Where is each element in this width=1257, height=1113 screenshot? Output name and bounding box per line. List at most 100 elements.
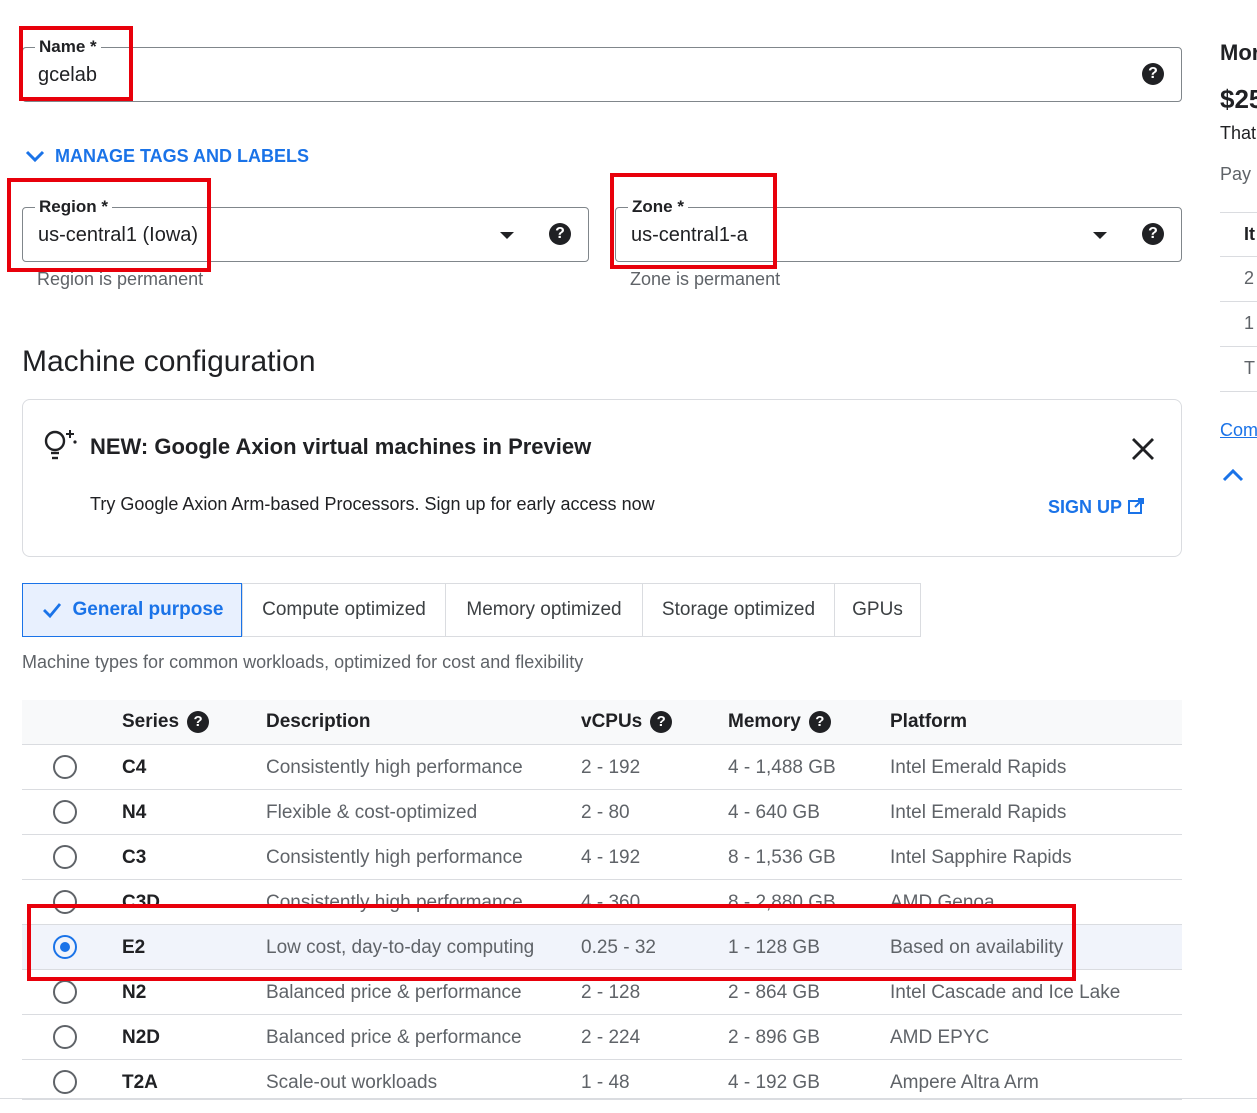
cell-platform: Based on availability [890,937,1064,958]
cell-series: E2 [122,937,146,958]
cell-memory: 4 - 1,488 GB [728,757,836,778]
tab-general-purpose[interactable]: General purpose [22,583,242,637]
cell-description: Balanced price & performance [266,1027,522,1048]
help-icon[interactable]: ? [1142,63,1164,85]
cell-description: Low cost, day-to-day computing [266,937,535,958]
cost-panel-subtitle: That [1220,123,1257,143]
cell-vcpus: 2 - 224 [581,1027,641,1048]
zone-select[interactable]: Zone * us-central1-a ? [615,197,1182,262]
table-row-selected[interactable]: E2 Low cost, day-to-day computing 0.25 -… [22,925,1182,970]
cost-panel: Mor $25 That Pay It 2 1 T Com [1220,0,1257,500]
cell-memory: 8 - 1,536 GB [728,847,836,868]
cost-table-row: 1 [1220,302,1257,347]
cell-description: Consistently high performance [266,892,523,913]
tab-compute-optimized[interactable]: Compute optimized [242,583,446,637]
cost-row-value: 2 [1244,268,1255,288]
banner-title: NEW: Google Axion virtual machines in Pr… [90,434,592,459]
cell-platform: AMD EPYC [890,1027,990,1048]
header-vcpus[interactable]: vCPUs? [581,700,673,744]
cell-vcpus: 0.25 - 32 [581,937,656,958]
radio-button[interactable] [53,800,77,824]
cell-platform: Intel Emerald Rapids [890,802,1067,823]
help-icon[interactable]: ? [650,710,673,733]
help-icon[interactable]: ? [1142,223,1164,245]
zone-field-label: Zone * [628,197,688,217]
tab-label: Memory optimized [466,599,622,620]
cost-table-header-label: It [1244,224,1255,244]
region-select[interactable]: Region * us-central1 (Iowa) ? [22,197,589,262]
table-row[interactable]: T2A Scale-out workloads 1 - 48 4 - 192 G… [22,1060,1182,1100]
cell-description: Flexible & cost-optimized [266,802,478,823]
axion-banner: NEW: Google Axion virtual machines in Pr… [22,399,1182,557]
compare-link[interactable]: Com [1220,420,1257,441]
cell-platform: Intel Sapphire Rapids [890,847,1072,868]
tab-label: Compute optimized [262,599,426,620]
region-hint: Region is permanent [37,269,204,289]
table-row[interactable]: C4 Consistently high performance 2 - 192… [22,745,1182,790]
table-row[interactable]: C3 Consistently high performance 4 - 192… [22,835,1182,880]
region-field-label: Region * [35,197,112,217]
header-series[interactable]: Series? [122,700,210,744]
help-icon[interactable]: ? [808,710,831,733]
radio-button[interactable] [53,845,77,869]
header-vcpus-label: vCPUs [581,711,643,732]
radio-button[interactable] [53,1070,77,1094]
radio-button[interactable] [53,890,77,914]
cost-panel-price: $25 [1220,84,1257,114]
manage-tags-link[interactable]: MANAGE TAGS AND LABELS [24,146,309,167]
dropdown-arrow-icon[interactable] [1093,232,1107,239]
table-row[interactable]: N2D Balanced price & performance 2 - 224… [22,1015,1182,1060]
name-input-value[interactable]: gcelab [38,64,97,87]
table-row[interactable]: C3D Consistently high performance 4 - 36… [22,880,1182,925]
sign-up-link[interactable]: SIGN UP [1048,497,1145,518]
cost-table-row: T [1220,347,1257,392]
tab-gpus[interactable]: GPUs [834,583,921,637]
cell-platform: Intel Cascade and Ice Lake [890,982,1121,1003]
external-link-icon [1127,498,1144,514]
name-field-label: Name * [35,37,101,57]
cell-vcpus: 2 - 192 [581,757,641,778]
bottom-divider [0,1098,1257,1099]
tab-memory-optimized[interactable]: Memory optimized [445,583,643,637]
cell-platform: Intel Emerald Rapids [890,757,1067,778]
radio-button[interactable] [53,980,77,1004]
radio-button-selected[interactable] [53,935,77,959]
dropdown-arrow-icon[interactable] [500,232,514,239]
cell-description: Consistently high performance [266,847,523,868]
chevron-up-icon[interactable] [1220,466,1246,484]
cell-memory: 8 - 2,880 GB [728,892,836,913]
cost-panel-title: Mor [1220,40,1257,65]
zone-value: us-central1-a [631,224,748,246]
tab-label: General purpose [72,599,224,620]
check-icon [42,603,61,619]
help-icon[interactable]: ? [187,710,210,733]
header-description: Description [266,711,371,732]
cost-row-value: T [1244,358,1255,378]
cell-memory: 4 - 640 GB [728,802,820,823]
cost-row-value: 1 [1244,313,1255,333]
header-platform: Platform [890,711,968,732]
cell-memory: 2 - 896 GB [728,1027,820,1048]
cell-series: N2D [122,1027,161,1048]
close-icon[interactable] [1130,436,1156,462]
tab-description: Machine types for common workloads, opti… [22,652,584,672]
cost-table-header: It [1220,212,1257,257]
region-value: us-central1 (Iowa) [38,224,199,246]
table-header: Series? Description vCPUs? Memory? Platf… [22,700,1182,745]
name-field[interactable]: Name * gcelab ? [22,37,1182,102]
help-icon[interactable]: ? [549,223,571,245]
cell-series: C4 [122,757,147,778]
header-memory[interactable]: Memory? [728,700,831,744]
cell-vcpus: 2 - 128 [581,982,641,1003]
radio-button[interactable] [53,1025,77,1049]
cell-series: C3D [122,892,161,913]
banner-body: Try Google Axion Arm-based Processors. S… [90,494,655,514]
radio-button[interactable] [53,755,77,779]
tab-storage-optimized[interactable]: Storage optimized [642,583,835,637]
table-row[interactable]: N2 Balanced price & performance 2 - 128 … [22,970,1182,1015]
cell-description: Balanced price & performance [266,982,522,1003]
cell-series: N4 [122,802,147,823]
chevron-down-icon [25,150,45,163]
manage-tags-label: MANAGE TAGS AND LABELS [55,146,310,166]
table-row[interactable]: N4 Flexible & cost-optimized 2 - 80 4 - … [22,790,1182,835]
